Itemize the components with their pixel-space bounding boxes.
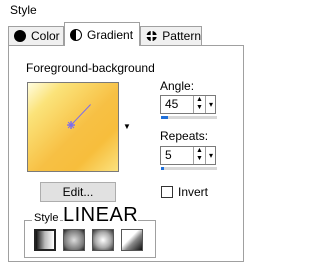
repeats-dropdown-icon[interactable]: ▾ <box>205 147 216 164</box>
invert-checkbox[interactable] <box>161 186 173 198</box>
style-name: LINEAR <box>63 204 139 227</box>
angle-up-icon[interactable]: ▲ <box>194 96 205 104</box>
rectangular-style-icon[interactable] <box>63 229 85 251</box>
repeats-slider-fill <box>161 167 164 170</box>
angle-label: Angle: <box>160 79 195 93</box>
angle-slider[interactable] <box>161 116 217 119</box>
invert-label[interactable]: Invert <box>178 185 208 199</box>
angle-slider-fill <box>161 116 168 119</box>
angle-spin-buttons[interactable]: ▲ ▼ <box>193 96 205 113</box>
repeats-spinner[interactable]: 5 ▲ ▼ ▾ <box>160 146 217 170</box>
repeats-spin-buttons[interactable]: ▲ ▼ <box>193 147 205 164</box>
preset-label: Foreground-background <box>26 61 155 75</box>
angle-value[interactable]: 45 <box>165 97 178 111</box>
radial-style-icon[interactable] <box>121 229 143 251</box>
repeats-down-icon[interactable]: ▼ <box>194 155 205 163</box>
repeats-value[interactable]: 5 <box>165 148 172 162</box>
repeats-slider[interactable] <box>161 167 217 170</box>
angle-spinner[interactable]: 45 ▲ ▼ ▾ <box>160 95 217 119</box>
gradient-preview[interactable] <box>27 82 119 172</box>
angle-handle[interactable] <box>28 83 118 171</box>
angle-dropdown-icon[interactable]: ▾ <box>205 96 216 113</box>
style-legend: Style <box>32 212 61 224</box>
repeats-up-icon[interactable]: ▲ <box>194 147 205 155</box>
linear-style-icon[interactable] <box>34 229 56 251</box>
edit-button[interactable]: Edit... <box>40 182 116 202</box>
angle-down-icon[interactable]: ▼ <box>194 104 205 112</box>
edit-button-label: Edit... <box>62 185 94 199</box>
repeats-label: Repeats: <box>160 129 209 143</box>
preset-dropdown-arrow[interactable]: ▼ <box>123 122 131 131</box>
sunburst-style-icon[interactable] <box>92 229 114 251</box>
